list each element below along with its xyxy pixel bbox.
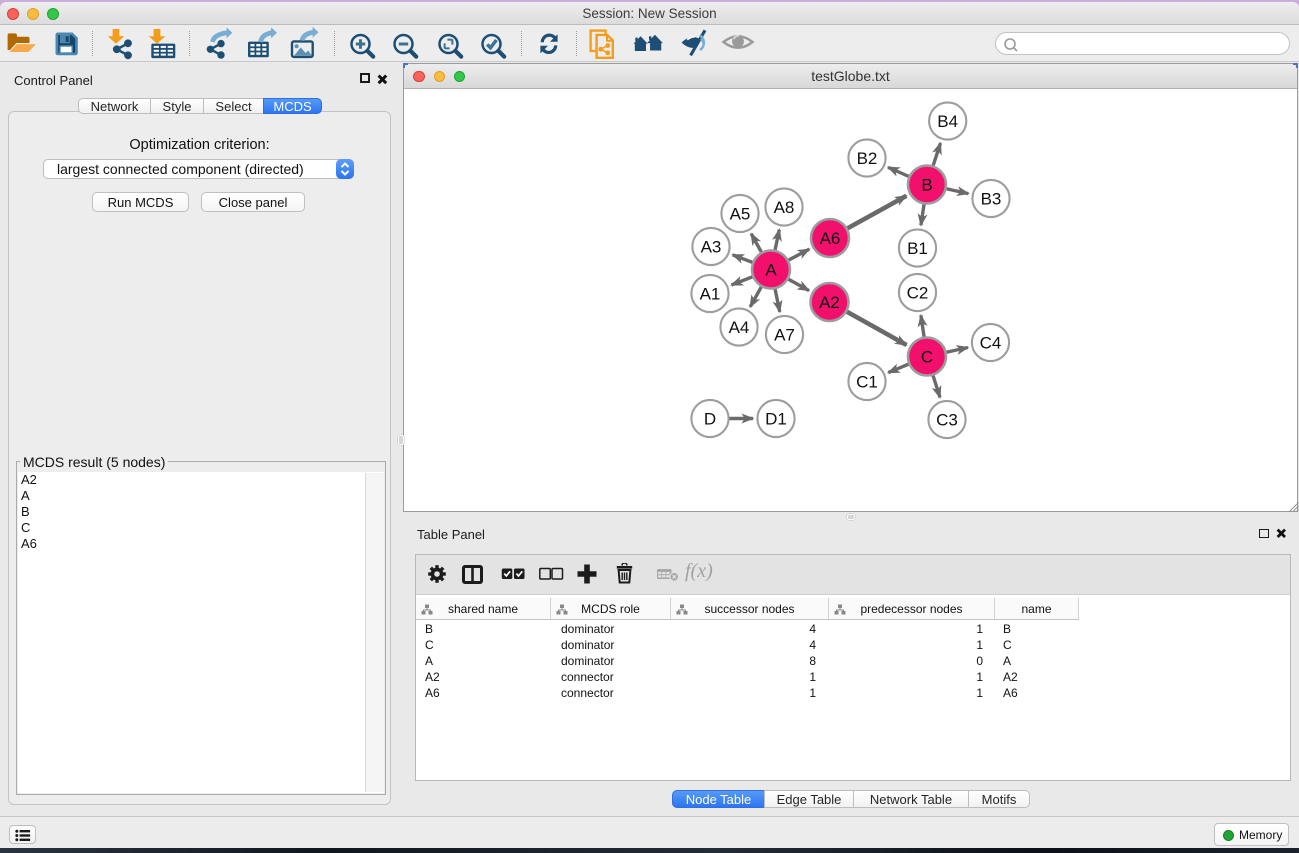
svg-text:B: B xyxy=(921,176,932,195)
svg-text:A2: A2 xyxy=(819,293,840,312)
svg-text:C4: C4 xyxy=(980,334,1002,353)
svg-text:A8: A8 xyxy=(774,198,795,217)
svg-text:C: C xyxy=(921,348,933,367)
svg-text:B4: B4 xyxy=(937,112,958,131)
svg-text:A6: A6 xyxy=(820,229,841,248)
svg-text:B3: B3 xyxy=(981,190,1002,209)
svg-text:C2: C2 xyxy=(907,284,929,303)
svg-text:C3: C3 xyxy=(936,411,958,430)
svg-text:D: D xyxy=(704,410,716,429)
svg-text:A4: A4 xyxy=(729,318,750,337)
svg-text:B1: B1 xyxy=(907,239,928,258)
svg-text:C1: C1 xyxy=(856,373,878,392)
svg-text:A5: A5 xyxy=(730,205,751,224)
svg-text:A7: A7 xyxy=(774,326,795,345)
svg-text:A: A xyxy=(765,261,777,280)
svg-text:A1: A1 xyxy=(700,285,721,304)
svg-text:B2: B2 xyxy=(857,149,878,168)
svg-text:A3: A3 xyxy=(701,238,722,257)
svg-text:D1: D1 xyxy=(765,410,787,429)
